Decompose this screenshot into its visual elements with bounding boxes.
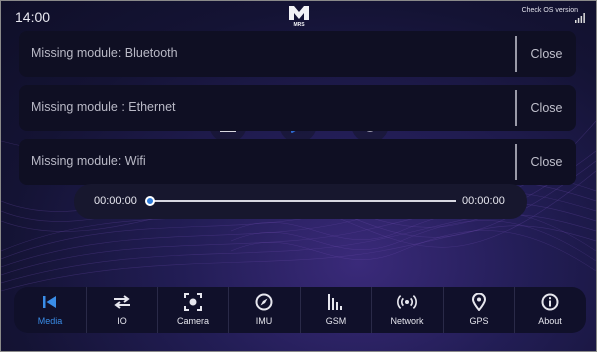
nav-label: Network xyxy=(390,316,424,326)
info-icon xyxy=(541,293,559,311)
swap-arrows-icon xyxy=(114,295,130,309)
close-button[interactable]: Close xyxy=(517,31,576,77)
signal-strength-icon xyxy=(575,13,585,23)
nav-label: About xyxy=(538,316,562,326)
bottom-nav: Media IO Camera IMU GSM Network GPS Abou… xyxy=(14,287,586,333)
notification-wifi: Missing module: Wifi Close xyxy=(19,139,576,185)
compass-icon xyxy=(255,293,273,311)
notification-ethernet: Missing module : Ethernet Close xyxy=(19,85,576,131)
notification-bluetooth: Missing module: Bluetooth Close xyxy=(19,31,576,77)
total-time: 00:00:00 xyxy=(462,195,505,207)
nav-label: Camera xyxy=(176,316,209,326)
status-bar: 14:00 MRS Check OS version xyxy=(1,1,596,31)
clock: 14:00 xyxy=(15,9,51,25)
close-button[interactable]: Close xyxy=(517,85,576,131)
nav-label: IO xyxy=(117,316,127,326)
mrs-logo: MRS xyxy=(287,4,311,29)
camera-focus-icon xyxy=(184,293,202,311)
check-os-version-link[interactable]: Check OS version xyxy=(522,7,578,14)
location-pin-icon xyxy=(472,293,486,311)
nav-item-about[interactable]: About xyxy=(514,287,586,333)
nav-label: Media xyxy=(37,316,63,326)
nav-item-media[interactable]: Media xyxy=(14,287,86,333)
nav-label: IMU xyxy=(255,316,273,326)
close-button[interactable]: Close xyxy=(517,139,576,185)
device-screen: 14:00 MRS Check OS version Missing modul… xyxy=(0,0,597,352)
signal-bars-icon xyxy=(328,294,342,310)
notification-message: Missing module : Ethernet xyxy=(31,100,176,114)
nav-item-gsm[interactable]: GSM xyxy=(300,287,372,333)
progress-handle[interactable] xyxy=(145,196,155,206)
nav-item-imu[interactable]: IMU xyxy=(228,287,300,333)
skip-back-icon xyxy=(43,296,56,308)
logo-text: MRS xyxy=(293,22,305,28)
notification-message: Missing module: Bluetooth xyxy=(31,46,178,60)
nav-label: GPS xyxy=(469,316,489,326)
nav-item-io[interactable]: IO xyxy=(86,287,158,333)
nav-item-network[interactable]: Network xyxy=(371,287,443,333)
nav-item-gps[interactable]: GPS xyxy=(443,287,515,333)
wireless-icon xyxy=(397,295,417,309)
current-time: 00:00:00 xyxy=(94,195,137,207)
nav-label: GSM xyxy=(325,316,347,326)
nav-item-camera[interactable]: Camera xyxy=(157,287,229,333)
playback-progress: 00:00:00 00:00:00 xyxy=(74,184,527,219)
progress-track[interactable] xyxy=(150,200,456,202)
notification-message: Missing module: Wifi xyxy=(31,154,146,168)
